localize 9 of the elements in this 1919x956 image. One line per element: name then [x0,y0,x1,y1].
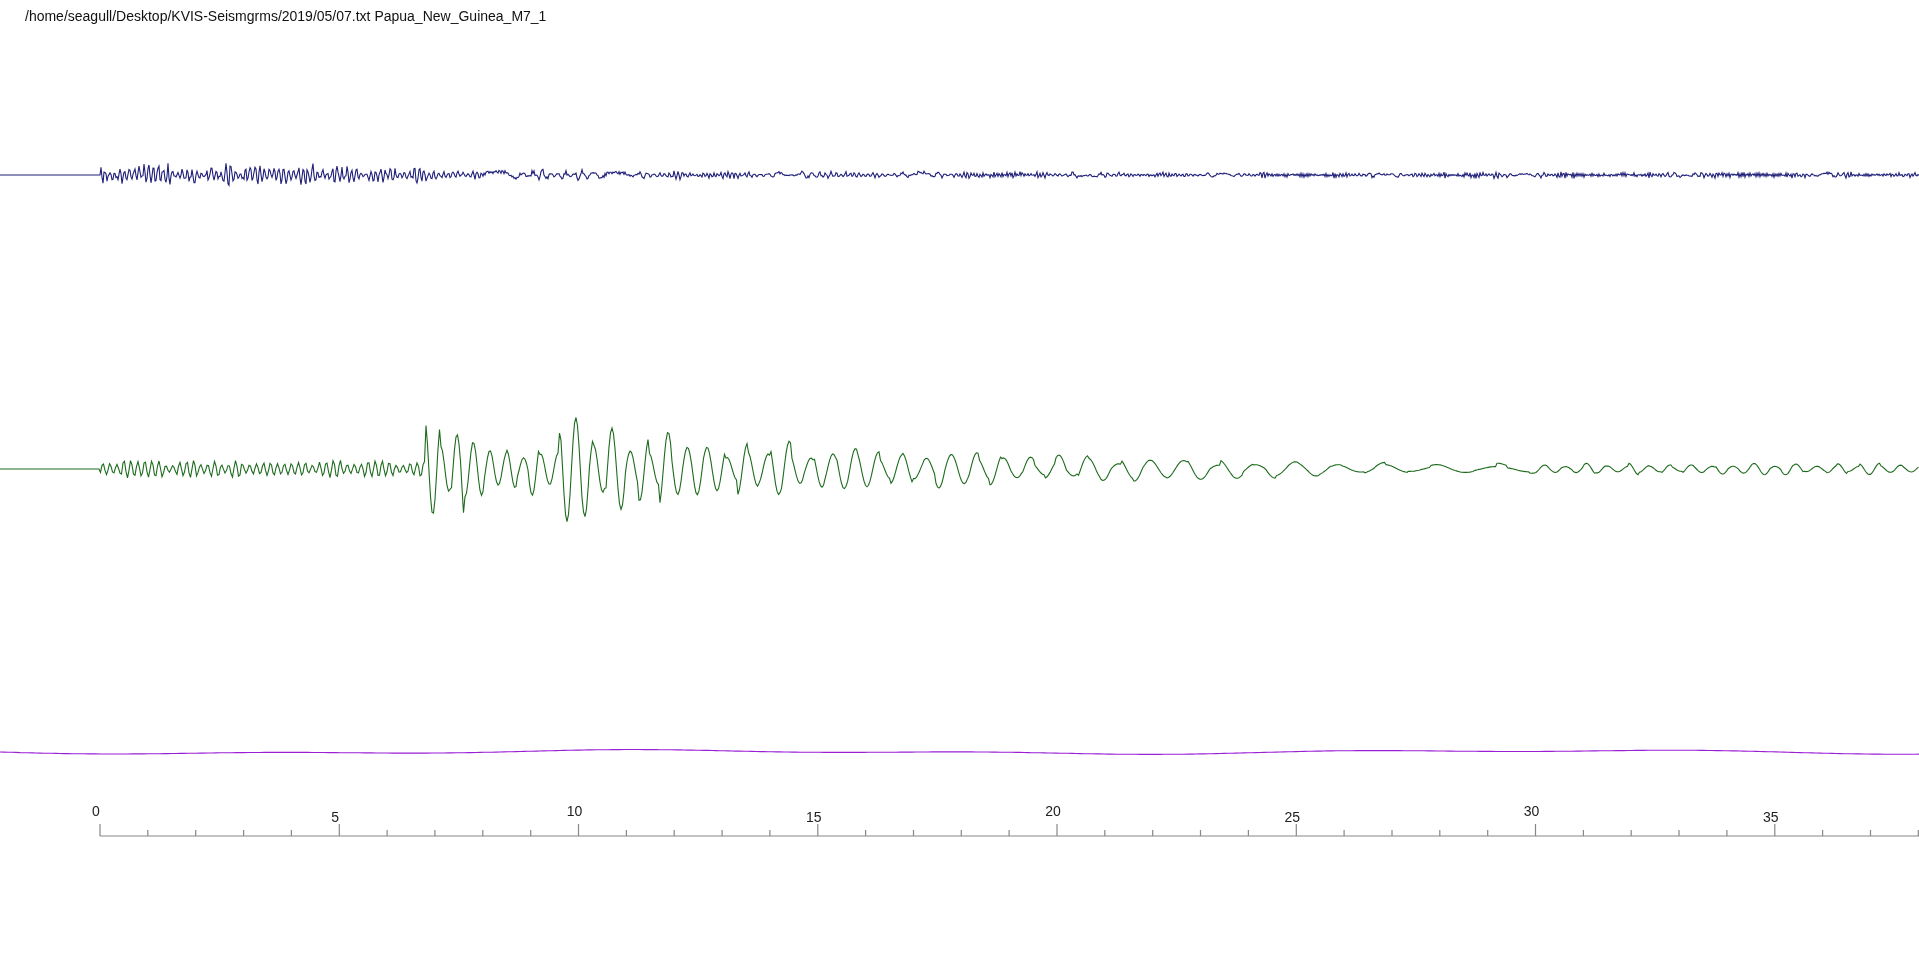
axis-label: 15 [805,809,822,825]
file-path-title: /home/seagull/Desktop/KVIS-Seismgrms/2019/05/07.txt Papua_New_Guinea_M7_1 [24,7,548,26]
axis-label: 25 [1284,809,1301,825]
axis-label: 35 [1762,809,1779,825]
axis-label: 0 [92,803,100,819]
axis-label: 10 [566,803,583,819]
axis-label: 20 [1045,803,1061,819]
axis-label: 5 [331,809,340,825]
axis-label: 30 [1523,803,1540,819]
